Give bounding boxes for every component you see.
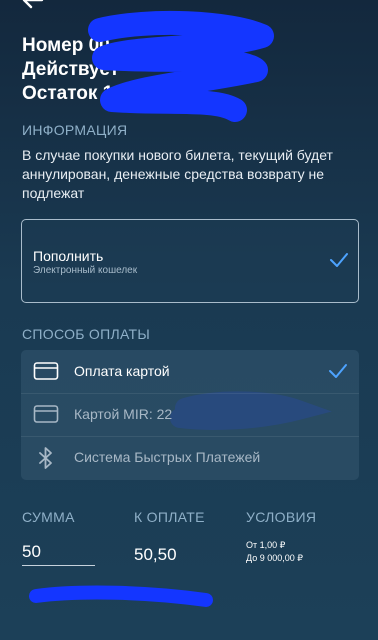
info-section-title: ИНФОРМАЦИЯ: [22, 122, 128, 138]
ticket-number: Номер 00: [22, 35, 110, 56]
topup-subtitle: Электронный кошелек: [33, 265, 138, 276]
payment-methods-list: Оплата картой Картой MIR: 22 Система Быс…: [21, 350, 359, 480]
ticket-balance: Остаток 10: [22, 83, 124, 104]
payment-section-title: СПОСОБ ОПЛАТЫ: [22, 326, 151, 342]
payment-option-label: Картой MIR: 22: [74, 406, 173, 422]
payment-option-label: Оплата картой: [74, 363, 170, 379]
to-pay-label: К ОПЛАТЕ: [134, 509, 205, 525]
ticket-validity: Действует: [22, 59, 120, 80]
topup-title: Пополнить: [33, 248, 104, 264]
back-arrow-icon[interactable]: [20, 0, 44, 14]
conditions-max: До 9 000,00 ₽: [246, 553, 303, 563]
payment-option-label: Система Быстрых Платежей: [74, 449, 261, 465]
payment-option-card[interactable]: Оплата картой: [21, 350, 359, 393]
payment-option-saved-card[interactable]: Картой MIR: 22: [21, 393, 359, 436]
conditions-min: От 1,00 ₽: [246, 540, 286, 550]
to-pay-value: 50,50: [134, 545, 177, 564]
card-icon: [33, 405, 59, 423]
amount-label: СУММА: [22, 509, 75, 525]
info-text: В случае покупки нового билета, текущий …: [22, 147, 333, 201]
topup-wallet-option[interactable]: Пополнить Электронный кошелек: [21, 219, 359, 303]
payment-option-sbp[interactable]: Система Быстрых Платежей: [21, 436, 359, 479]
checkmark-icon: [329, 364, 347, 378]
bluetooth-icon: [39, 447, 52, 469]
card-icon: [33, 362, 59, 380]
ticket-header: Номер 00 Действует Остаток 10: [22, 34, 124, 106]
conditions-label: УСЛОВИЯ: [246, 509, 317, 525]
amount-input[interactable]: 50: [22, 542, 95, 566]
checkmark-icon: [330, 253, 348, 267]
